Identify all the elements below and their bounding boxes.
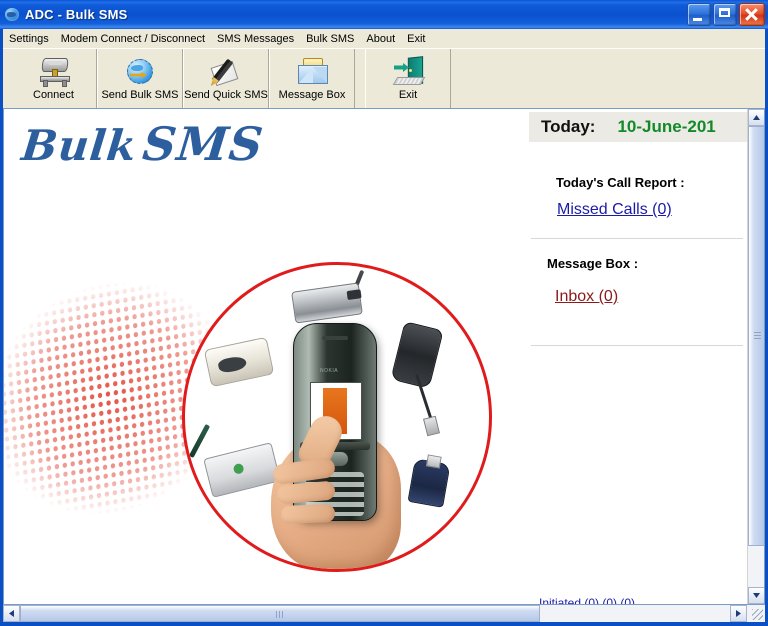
title-bar: ADC - Bulk SMS [0, 0, 768, 29]
logo-word-bulk: Bulk [19, 121, 140, 170]
toolbar-label-message-box: Message Box [278, 89, 346, 101]
horizontal-scroll-thumb[interactable] [20, 605, 540, 622]
scroll-right-arrow-icon[interactable] [730, 605, 747, 622]
close-button[interactable] [739, 3, 765, 26]
logo-word-sms: SMS [140, 117, 267, 171]
toolbar-label-exit: Exit [398, 89, 418, 101]
divider [531, 345, 743, 346]
window-frame-left [0, 29, 3, 626]
pcmcia-card-graphic [203, 442, 281, 498]
toolbar-label-connect: Connect [33, 89, 74, 101]
clipped-footer-text: Initiated (0) (0) (0) [539, 596, 636, 605]
application-window: ADC - Bulk SMS Settings Modem Connect / … [0, 0, 768, 626]
globe-arrow-icon [124, 55, 156, 87]
exit-door-icon [392, 55, 426, 87]
client-area: BulkSMS NOKIA Today: 10-June-201 Today's… [3, 108, 765, 605]
finger-graphic [280, 504, 336, 524]
horizontal-scrollbar[interactable] [3, 605, 765, 622]
scroll-up-arrow-icon[interactable] [748, 109, 764, 126]
today-label: Today: [541, 117, 596, 136]
toolbar-button-send-quick-sms[interactable]: Send Quick SMS [183, 49, 269, 108]
vertical-scrollbar[interactable] [747, 109, 764, 604]
promo-panel: BulkSMS NOKIA [4, 109, 529, 604]
app-globe-icon [4, 7, 20, 23]
vertical-scroll-thumb[interactable] [748, 126, 764, 546]
scroll-down-arrow-icon[interactable] [748, 587, 764, 604]
pcmcia-antenna-graphic [188, 423, 211, 459]
menu-item-exit[interactable]: Exit [401, 31, 431, 47]
toolbar-button-send-bulk-sms[interactable]: Send Bulk SMS [97, 49, 183, 108]
window-controls [687, 3, 765, 26]
gsm-modem-left-graphic [203, 336, 275, 388]
toolbar-button-exit[interactable]: Exit [365, 49, 451, 108]
menu-item-sms-messages[interactable]: SMS Messages [211, 31, 300, 47]
window-title: ADC - Bulk SMS [25, 7, 128, 22]
menu-item-settings[interactable]: Settings [3, 31, 55, 47]
missed-calls-link[interactable]: Missed Calls (0) [557, 201, 672, 219]
menu-bar: Settings Modem Connect / Disconnect SMS … [3, 29, 765, 48]
menu-item-bulk-sms[interactable]: Bulk SMS [300, 31, 360, 47]
call-report-heading: Today's Call Report : [556, 175, 685, 190]
scroll-left-arrow-icon[interactable] [3, 605, 20, 622]
inbox-link[interactable]: Inbox (0) [555, 288, 618, 306]
bulk-sms-logo: BulkSMS [19, 117, 266, 171]
toolbar: Connect Send Bulk SMS Send Quick SMS Mes… [3, 48, 765, 108]
toolbar-label-send-bulk-sms: Send Bulk SMS [101, 89, 179, 101]
today-date-value: 10-June-201 [617, 117, 716, 136]
network-connect-icon [38, 55, 70, 87]
menu-item-modem-connect-disconnect[interactable]: Modem Connect / Disconnect [55, 31, 211, 47]
today-banner: Today: 10-June-201 [529, 112, 751, 142]
gsm-modem-top-graphic [291, 282, 363, 324]
product-artwork-circle: NOKIA [182, 262, 492, 572]
toolbar-button-connect[interactable]: Connect [11, 49, 97, 108]
divider [531, 238, 743, 239]
menu-item-about[interactable]: About [360, 31, 401, 47]
window-frame-bottom [0, 622, 768, 626]
envelope-icon [296, 55, 328, 87]
pen-paper-icon [210, 55, 242, 87]
toolbar-label-send-quick-sms: Send Quick SMS [184, 89, 268, 101]
usb-dongle-graphic [407, 458, 451, 508]
message-box-heading: Message Box : [547, 256, 639, 271]
resize-grip[interactable] [748, 605, 765, 622]
usb-connector-graphic [423, 415, 440, 437]
maximize-button[interactable] [713, 3, 737, 26]
minimize-button[interactable] [687, 3, 711, 26]
toolbar-button-message-box[interactable]: Message Box [269, 49, 355, 108]
info-panel: Today: 10-June-201 Today's Call Report :… [529, 109, 751, 605]
